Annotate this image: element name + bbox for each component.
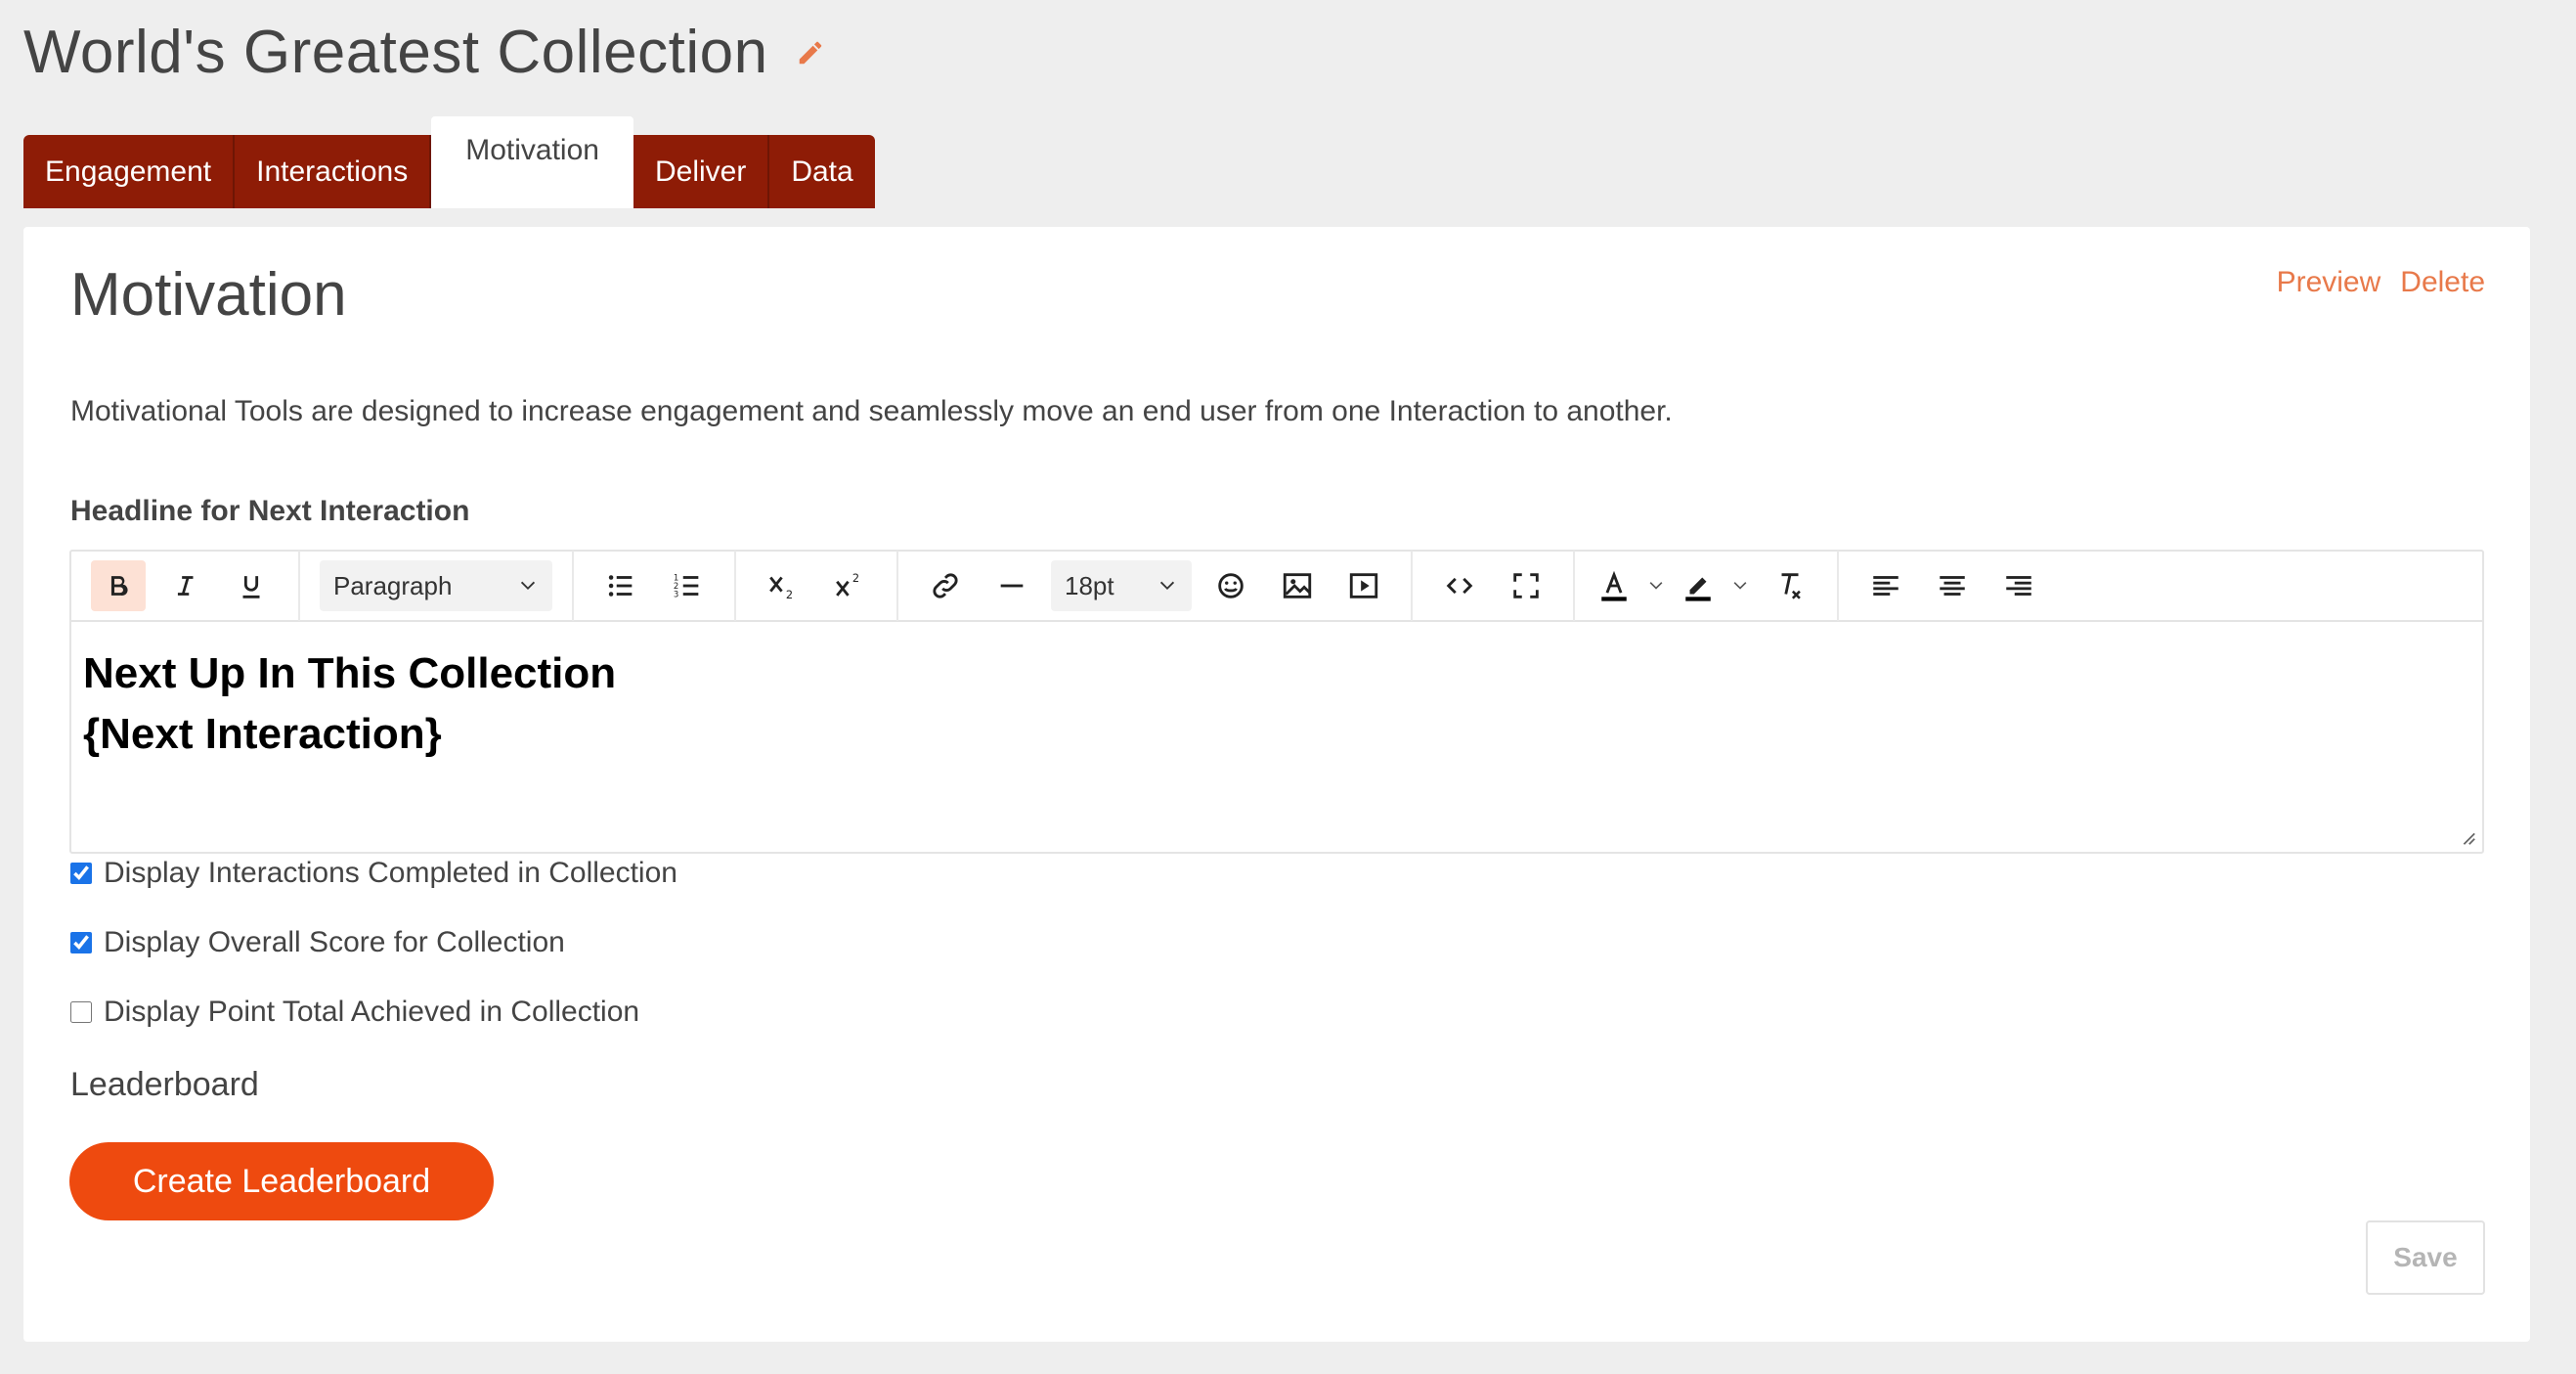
image-button[interactable] <box>1270 560 1325 611</box>
headline-field-label: Headline for Next Interaction <box>70 495 470 527</box>
leaderboard-label: Leaderboard <box>70 1066 259 1103</box>
tab-deliver[interactable]: Deliver <box>633 135 770 208</box>
tab-interactions[interactable]: Interactions <box>235 135 432 208</box>
page-title: World's Greatest Collection <box>23 19 768 86</box>
panel-description: Motivational Tools are designed to incre… <box>70 395 1673 427</box>
panel-actions: Preview Delete <box>2277 266 2485 299</box>
interactions-completed-checkbox[interactable] <box>70 863 92 884</box>
overall-score-label: Display Overall Score for Collection <box>104 926 565 958</box>
code-icon <box>1446 577 1473 595</box>
subscript-icon: 2 <box>769 576 793 601</box>
tab-engagement[interactable]: Engagement <box>23 135 236 208</box>
tab-motivation[interactable]: Motivation <box>431 116 633 208</box>
align-left-icon <box>1873 576 1899 596</box>
bullet-list-button[interactable] <box>593 560 648 611</box>
pencil-icon[interactable] <box>796 38 825 67</box>
source-code-button[interactable] <box>1432 560 1487 611</box>
fullscreen-icon <box>1513 573 1539 598</box>
rich-text-editor: Paragraph 123 2 2 18pt Next Up In This C… <box>69 550 2484 854</box>
chevron-down-icon <box>1733 582 1747 590</box>
chevron-down-icon <box>520 581 536 591</box>
toolbar-group-align <box>1839 551 2066 621</box>
clear-formatting-button[interactable] <box>1763 560 1817 611</box>
bold-icon <box>110 576 128 597</box>
clear-formatting-icon <box>1781 573 1801 599</box>
bullet-list-icon <box>608 575 633 597</box>
align-left-button[interactable] <box>1858 560 1913 611</box>
headline-line-2: {Next Interaction} <box>83 710 442 758</box>
align-right-icon <box>2006 576 2031 596</box>
point-total-label: Display Point Total Achieved in Collecti… <box>104 996 640 1028</box>
svg-text:3: 3 <box>674 590 678 599</box>
font-size-value: 18pt <box>1065 570 1114 600</box>
align-center-icon <box>1940 576 1965 596</box>
italic-icon <box>177 576 194 596</box>
emoji-button[interactable] <box>1203 560 1258 611</box>
interactions-completed-label: Display Interactions Completed in Collec… <box>104 857 677 889</box>
block-format-select[interactable]: Paragraph <box>320 560 552 611</box>
numbered-list-button[interactable]: 123 <box>660 560 715 611</box>
headline-line-1: Next Up In This Collection <box>83 649 617 697</box>
svg-text:2: 2 <box>786 588 793 601</box>
checkbox-row-overall-score[interactable]: Display Overall Score for Collection <box>70 926 565 959</box>
highlighter-icon <box>1685 577 1711 601</box>
svg-text:2: 2 <box>852 571 859 585</box>
overall-score-checkbox[interactable] <box>70 932 92 953</box>
text-color-icon <box>1601 570 1627 601</box>
bold-button[interactable] <box>91 560 146 611</box>
save-button[interactable]: Save <box>2366 1220 2485 1295</box>
text-color-dropdown[interactable] <box>1645 560 1667 611</box>
text-color-button[interactable] <box>1594 560 1634 611</box>
link-icon <box>933 573 958 598</box>
block-format-value: Paragraph <box>333 570 453 600</box>
checkbox-row-interactions-completed[interactable]: Display Interactions Completed in Collec… <box>70 857 677 890</box>
chevron-down-icon <box>1159 581 1175 591</box>
page-header: World's Greatest Collection <box>23 18 825 87</box>
image-icon <box>1283 573 1312 598</box>
toolbar-group-format: Paragraph <box>300 551 574 621</box>
underline-icon <box>242 576 260 598</box>
toolbar-group-text-style <box>91 551 300 621</box>
tab-data[interactable]: Data <box>769 135 875 208</box>
link-button[interactable] <box>918 560 973 611</box>
fullscreen-button[interactable] <box>1499 560 1553 611</box>
align-right-button[interactable] <box>1991 560 2046 611</box>
create-leaderboard-button[interactable]: Create Leaderboard <box>69 1142 494 1220</box>
editor-content-area[interactable]: Next Up In This Collection {Next Interac… <box>71 622 2482 786</box>
highlight-color-button[interactable] <box>1679 560 1718 611</box>
subscript-button[interactable]: 2 <box>756 560 810 611</box>
resize-handle-icon[interactable] <box>2459 828 2476 846</box>
emoji-icon <box>1218 573 1244 598</box>
superscript-button[interactable]: 2 <box>822 560 877 611</box>
motivation-panel: Motivation Preview Delete Motivational T… <box>23 227 2530 1342</box>
point-total-checkbox[interactable] <box>70 1001 92 1023</box>
delete-link[interactable]: Delete <box>2400 266 2485 299</box>
media-button[interactable] <box>1336 560 1391 611</box>
underline-button[interactable] <box>224 560 279 611</box>
italic-button[interactable] <box>157 560 212 611</box>
numbered-list-icon: 123 <box>674 573 699 599</box>
align-center-button[interactable] <box>1925 560 1980 611</box>
toolbar-group-lists: 123 <box>574 551 736 621</box>
highlight-color-dropdown[interactable] <box>1729 560 1751 611</box>
preview-link[interactable]: Preview <box>2277 266 2381 299</box>
editor-toolbar: Paragraph 123 2 2 18pt <box>71 551 2482 622</box>
panel-heading: Motivation <box>70 261 347 329</box>
tab-bar: Engagement Interactions Motivation Deliv… <box>23 116 875 208</box>
toolbar-group-view <box>1413 551 1575 621</box>
toolbar-group-color <box>1575 551 1839 621</box>
horizontal-line-button[interactable] <box>984 560 1039 611</box>
checkbox-row-point-total[interactable]: Display Point Total Achieved in Collecti… <box>70 996 639 1029</box>
font-size-select[interactable]: 18pt <box>1051 560 1192 611</box>
chevron-down-icon <box>1649 582 1663 590</box>
superscript-icon: 2 <box>836 571 859 597</box>
horizontal-line-icon <box>1000 584 1024 588</box>
video-icon <box>1349 573 1378 598</box>
toolbar-group-script: 2 2 <box>736 551 898 621</box>
toolbar-group-insert: 18pt <box>898 551 1413 621</box>
